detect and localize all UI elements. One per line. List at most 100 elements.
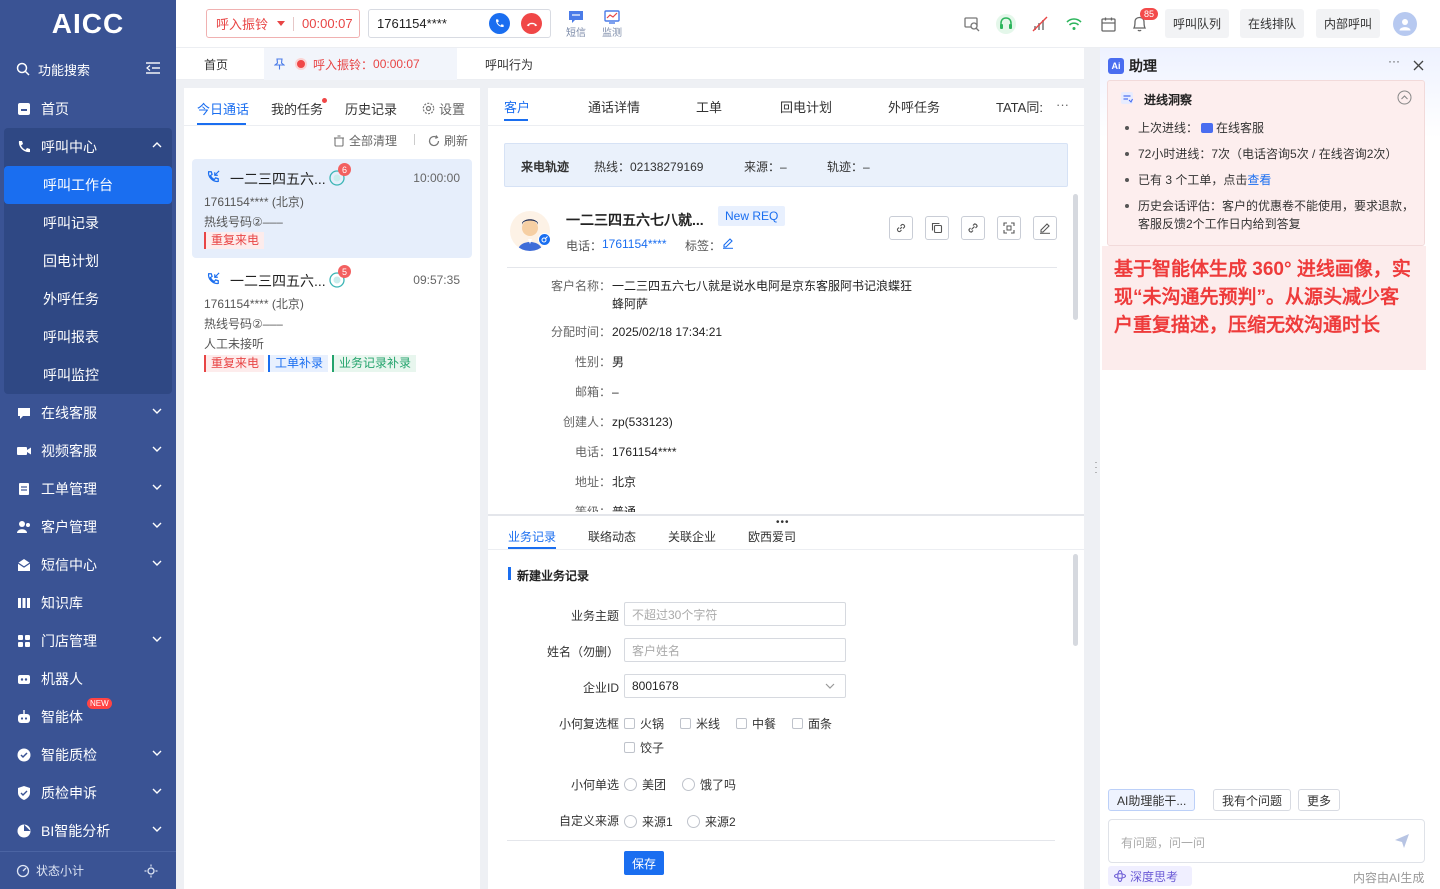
sidebar-item-home[interactable]: 首页 xyxy=(0,90,176,128)
refresh-button[interactable]: 刷新 xyxy=(428,132,468,149)
checkbox-rice-noodle[interactable]: 米线 xyxy=(680,715,720,732)
tab-today-calls[interactable]: 今日通话 xyxy=(197,99,249,118)
drag-handle-icon[interactable]: ••• xyxy=(776,518,790,528)
deep-think-toggle[interactable]: 深度思考 xyxy=(1108,866,1192,886)
save-button[interactable]: 保存 xyxy=(624,851,664,875)
tab-outbound-task[interactable]: 外呼任务 xyxy=(888,97,940,116)
tab-oxias[interactable]: 欧西爱司 xyxy=(748,528,796,545)
search-chat-icon[interactable] xyxy=(962,14,982,34)
tab-tata[interactable]: TATA同: xyxy=(996,97,1042,116)
sms-tool[interactable]: 短信 xyxy=(561,10,591,39)
gender-male-icon xyxy=(538,233,551,246)
user-avatar[interactable] xyxy=(1393,12,1417,36)
call-card[interactable]: 一二三四五六... 6 10:00:00 1761154**** (北京) 热线… xyxy=(192,159,472,258)
more-tabs-button[interactable]: ··· xyxy=(1056,97,1069,112)
sidebar-sub-call-monitor[interactable]: 呼叫监控 xyxy=(4,356,172,394)
checkbox-chinese-food[interactable]: 中餐 xyxy=(736,715,776,732)
internal-call-button[interactable]: 内部呼叫 xyxy=(1316,9,1381,38)
close-icon[interactable] xyxy=(1413,60,1424,71)
edit-tag-icon[interactable] xyxy=(722,237,734,249)
edit-icon[interactable] xyxy=(1033,216,1057,240)
company-id-select[interactable]: 8001678 xyxy=(624,674,846,698)
sidebar-item-agent[interactable]: 智能体 NEW xyxy=(0,698,176,736)
tab-ticket[interactable]: 工单 xyxy=(696,97,722,116)
scan-icon[interactable] xyxy=(997,216,1021,240)
theme-toggle-icon[interactable] xyxy=(144,864,158,878)
copy-icon[interactable] xyxy=(925,216,949,240)
radio-meituan[interactable]: 美团 xyxy=(624,776,666,793)
call-card[interactable]: 一二三四五六... 5 09:57:35 1761154**** (北京) 热线… xyxy=(192,261,472,377)
sidebar-sub-callback-plan[interactable]: 回电计划 xyxy=(4,242,172,280)
sidebar-item-online-service[interactable]: 在线客服 xyxy=(0,394,176,432)
sidebar-item-smart-inspection[interactable]: 智能质检 xyxy=(0,736,176,774)
signal-muted-icon[interactable] xyxy=(1030,14,1050,34)
robot-icon xyxy=(16,671,32,687)
tab-call-behavior[interactable]: 呼叫行为 xyxy=(485,48,533,80)
tab-home[interactable]: 首页 xyxy=(204,48,228,80)
monitor-tool[interactable]: 监测 xyxy=(597,10,627,39)
collapse-menu-icon[interactable] xyxy=(146,62,160,74)
tab-contact-activity[interactable]: 联络动态 xyxy=(588,528,636,545)
headset-icon[interactable] xyxy=(996,14,1016,34)
function-search[interactable]: 功能搜索 xyxy=(0,52,176,86)
send-icon[interactable] xyxy=(1394,833,1410,849)
name-input[interactable]: 客户姓名 xyxy=(624,638,846,662)
sidebar-sub-call-report[interactable]: 呼叫报表 xyxy=(4,318,172,356)
online-queue-button[interactable]: 在线排队 xyxy=(1240,9,1305,38)
sidebar-item-video-service[interactable]: 视频客服 xyxy=(0,432,176,470)
call-queue-button[interactable]: 呼叫队列 xyxy=(1165,9,1230,38)
tab-customer[interactable]: 客户 xyxy=(504,97,530,116)
subject-input[interactable]: 不超过30个字符 xyxy=(624,602,846,626)
answer-call-button[interactable] xyxy=(489,13,510,34)
pin-icon[interactable] xyxy=(274,58,285,70)
view-tickets-link[interactable]: 查看 xyxy=(1247,173,1271,187)
sidebar-item-call-center[interactable]: 呼叫中心 xyxy=(0,128,176,166)
tab-business-record[interactable]: 业务记录 xyxy=(508,528,556,545)
settings-button[interactable]: 设置 xyxy=(422,99,465,118)
sidebar-sub-outbound-task[interactable]: 外呼任务 xyxy=(4,280,172,318)
radio-source-2[interactable]: 来源2 xyxy=(687,813,736,830)
tab-my-tasks[interactable]: 我的任务 xyxy=(271,99,323,118)
suggestion-chip-more[interactable]: 更多 xyxy=(1298,789,1341,811)
detail-scrollbar[interactable] xyxy=(1073,194,1078,320)
suggestion-chip-ai-abilities[interactable]: AI助理能干... xyxy=(1108,789,1196,811)
tab-ringing-call[interactable]: 呼入振铃： 00:00:07 xyxy=(264,48,457,80)
hangup-call-button[interactable] xyxy=(521,13,542,34)
page-tab-bar: 首页 呼入振铃： 00:00:07 呼叫行为 xyxy=(176,48,1084,80)
tab-call-details[interactable]: 通话详情 xyxy=(588,97,640,116)
checkbox-hotpot[interactable]: 火锅 xyxy=(624,715,664,732)
assistant-input[interactable]: 有问题，问一问 xyxy=(1108,819,1425,863)
checkbox-dumplings[interactable]: 饺子 xyxy=(624,739,664,756)
tab-history[interactable]: 历史记录 xyxy=(345,99,397,118)
tab-related-company[interactable]: 关联企业 xyxy=(668,528,716,545)
clear-all-button[interactable]: 全部清理 xyxy=(333,132,397,149)
collapse-up-icon[interactable] xyxy=(1397,90,1412,105)
sidebar-sub-call-records[interactable]: 呼叫记录 xyxy=(4,204,172,242)
sidebar-item-sms-center[interactable]: 短信中心 xyxy=(0,546,176,584)
customer-phone[interactable]: 1761154**** xyxy=(602,237,667,251)
calendar-icon[interactable] xyxy=(1098,14,1118,34)
sidebar-item-customer-management[interactable]: 客户管理 xyxy=(0,508,176,546)
chain-link-icon[interactable] xyxy=(961,216,985,240)
more-options-icon[interactable]: ··· xyxy=(1388,54,1400,68)
sidebar-item-inspection-appeal[interactable]: 质检申诉 xyxy=(0,774,176,812)
sidebar-item-label: 质检申诉 xyxy=(41,785,97,801)
link-icon[interactable] xyxy=(889,216,913,240)
radio-eleme[interactable]: 饿了吗 xyxy=(682,776,736,793)
sidebar-item-store-management[interactable]: 门店管理 xyxy=(0,622,176,660)
radio-source-1[interactable]: 来源1 xyxy=(624,813,673,830)
sidebar-item-knowledge-base[interactable]: 知识库 xyxy=(0,584,176,622)
phone-number-box[interactable]: 1761154**** xyxy=(368,9,551,38)
call-status-box[interactable]: 呼入振铃 00:00:07 xyxy=(206,9,360,38)
panel-splitter[interactable] xyxy=(488,514,1084,516)
resize-handle-icon[interactable]: · · · xyxy=(1094,458,1098,478)
sidebar-item-ticket-management[interactable]: 工单管理 xyxy=(0,470,176,508)
sidebar-item-robot[interactable]: 机器人 xyxy=(0,660,176,698)
tab-callback-plan[interactable]: 回电计划 xyxy=(780,97,832,116)
status-summary[interactable]: 状态小计 xyxy=(0,851,176,889)
form-scrollbar[interactable] xyxy=(1073,554,1078,646)
checkbox-noodles[interactable]: 面条 xyxy=(792,715,832,732)
sidebar-item-bi-analysis[interactable]: BI智能分析 xyxy=(0,812,176,850)
suggestion-chip-question[interactable]: 我有个问题 xyxy=(1213,789,1292,811)
sidebar-sub-call-workbench[interactable]: 呼叫工作台 xyxy=(4,166,172,204)
